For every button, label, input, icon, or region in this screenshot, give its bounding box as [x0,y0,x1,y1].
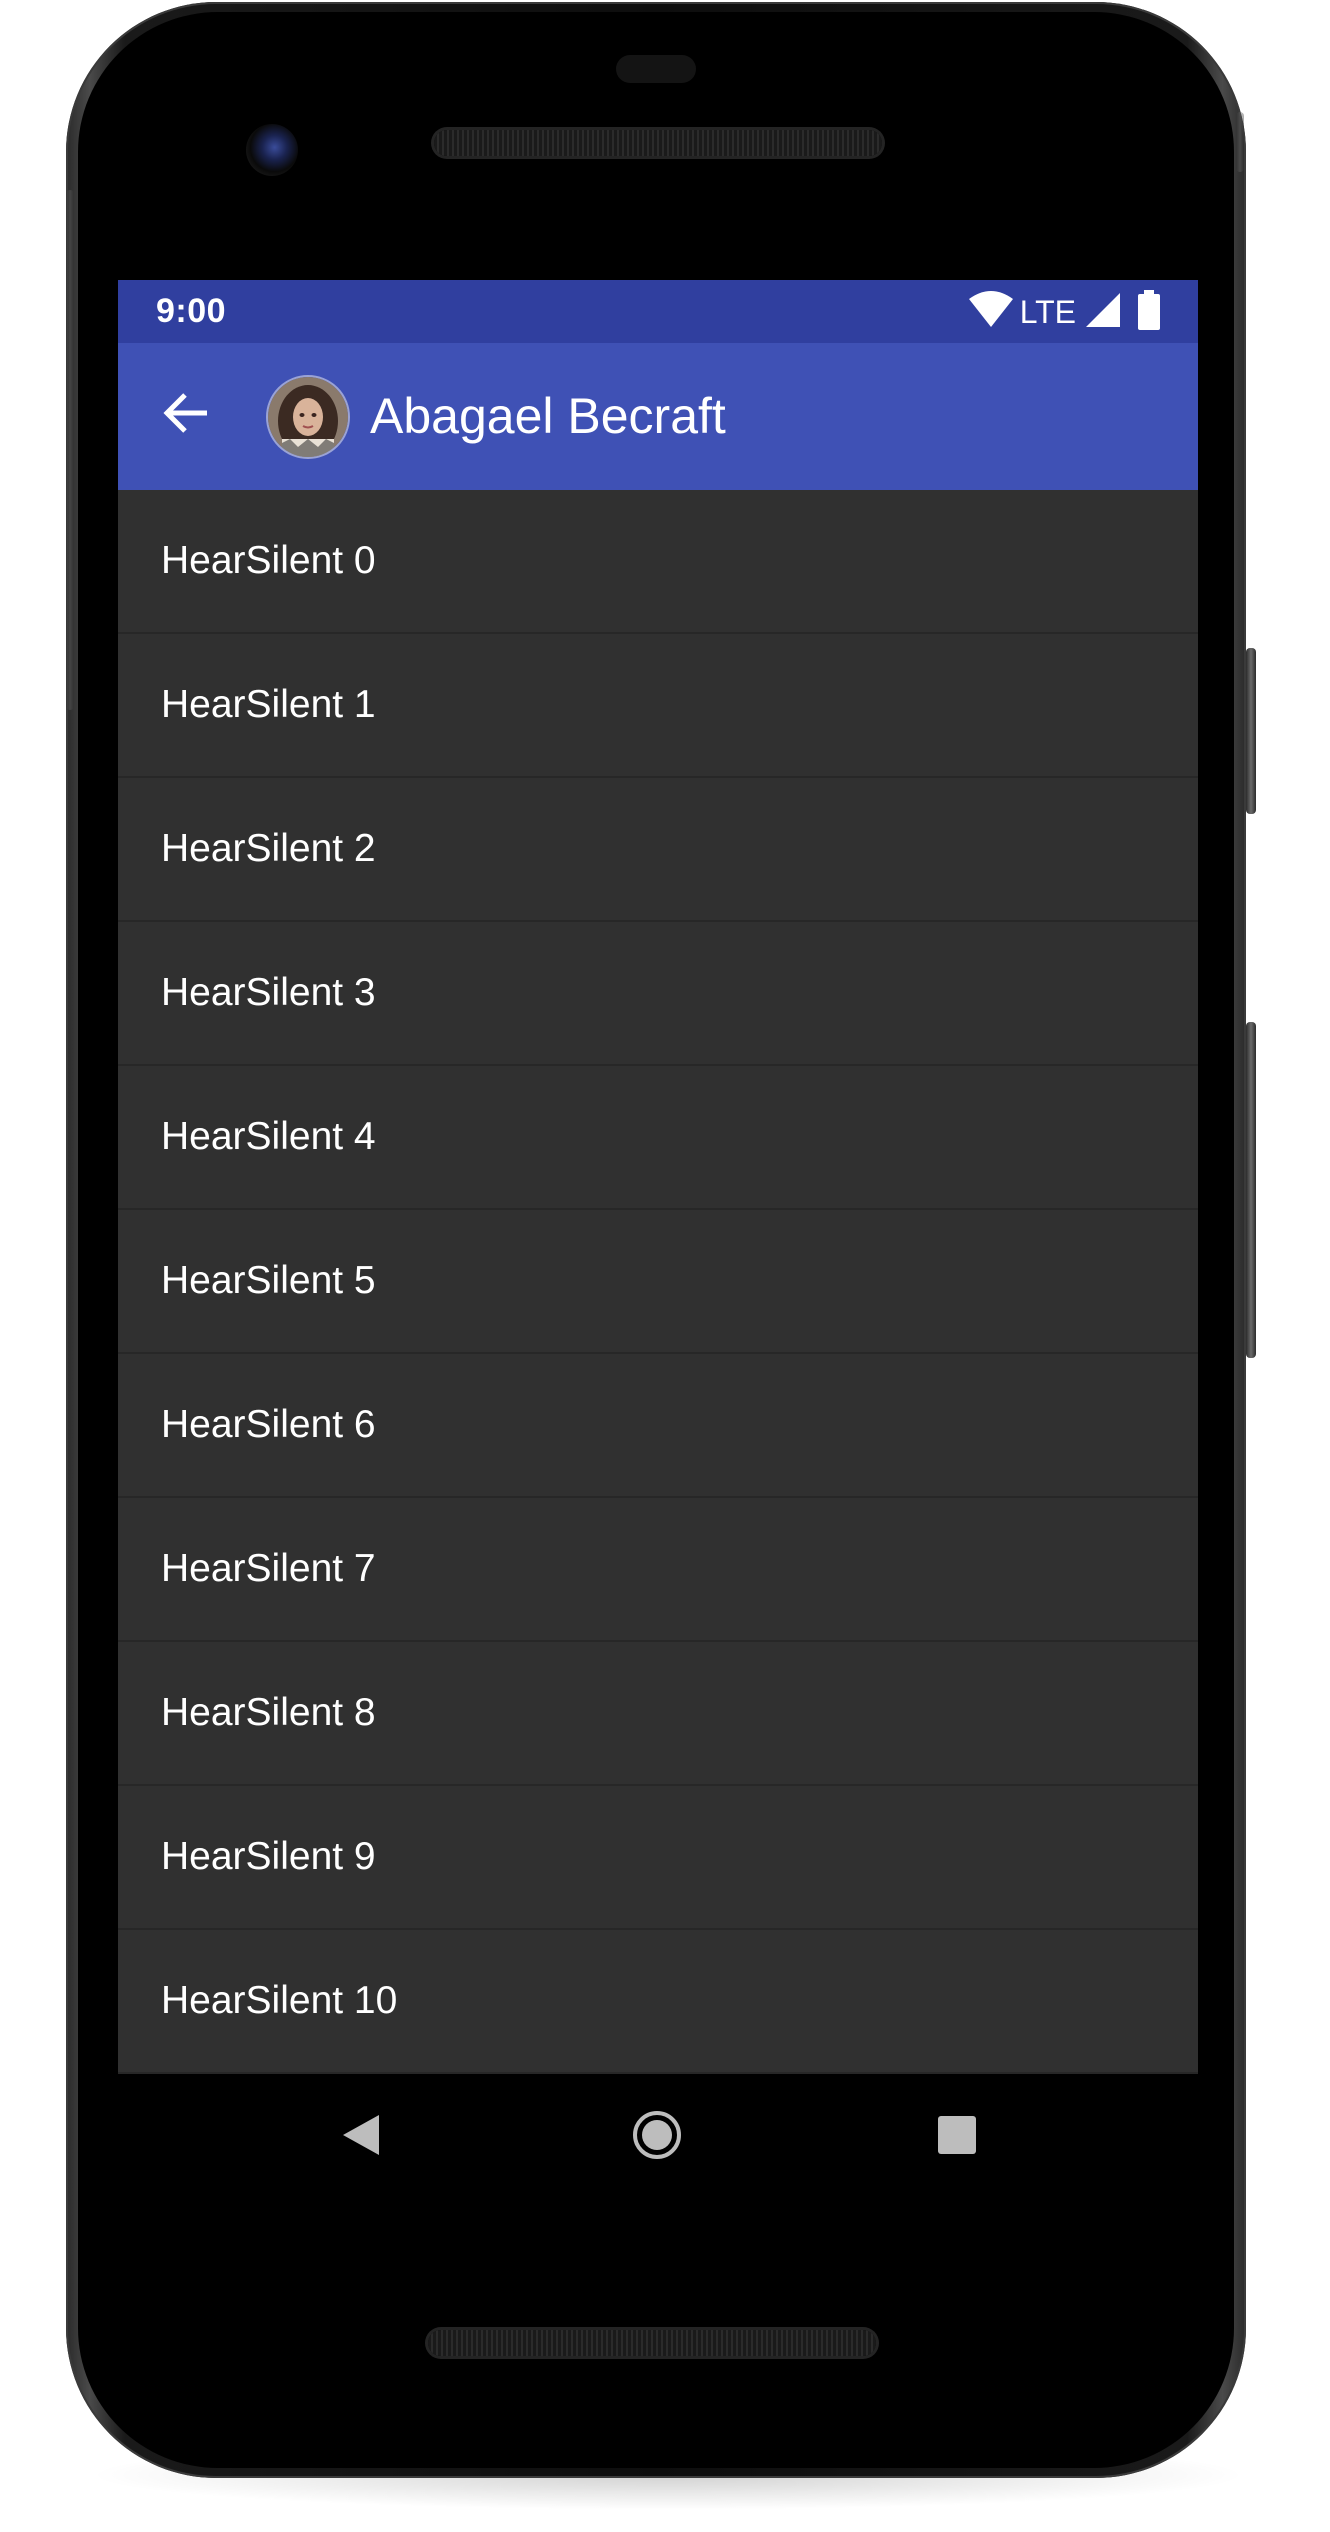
list-item-label: HearSilent 3 [161,971,376,1014]
list-item-label: HearSilent 6 [161,1403,376,1446]
arrow-back-icon [161,391,211,440]
list-item[interactable]: HearSilent 3 [118,922,1198,1066]
page-title: Abagael Becraft [370,388,726,444]
avatar-portrait-icon [268,377,348,457]
side-rail-top [1236,112,1244,172]
wifi-icon [968,290,1014,334]
list-item[interactable]: HearSilent 7 [118,1498,1198,1642]
nav-back-button[interactable] [328,2104,394,2170]
list-item-label: HearSilent 9 [161,1835,376,1878]
navigation-bar [118,2074,1198,2200]
list-item[interactable]: HearSilent 0 [118,490,1198,634]
status-time: 9:00 [156,292,227,330]
screen: 9:00 LTE Abagael Becraft HearSilent 0 He… [118,280,1198,2074]
list-item[interactable]: HearSilent 1 [118,634,1198,778]
circle-home-icon [631,2109,683,2166]
app-bar: Abagael Becraft [118,343,1198,490]
list-item-label: HearSilent 8 [161,1691,376,1734]
status-icons: LTE [968,289,1160,335]
back-button[interactable] [154,383,218,447]
list-item-label: HearSilent 7 [161,1547,376,1590]
list-item[interactable]: HearSilent 8 [118,1642,1198,1786]
list-item-label: HearSilent 1 [161,683,376,726]
list-item-label: HearSilent 5 [161,1259,376,1302]
volume-button [1246,1022,1256,1358]
list-item[interactable]: HearSilent 6 [118,1354,1198,1498]
list-item[interactable]: HearSilent 2 [118,778,1198,922]
triangle-back-icon [341,2113,381,2162]
list-item[interactable]: HearSilent 10 [118,1930,1198,2074]
contact-avatar[interactable] [266,375,350,459]
proximity-sensor [616,55,696,83]
square-recents-icon [937,2115,977,2160]
battery-icon [1138,289,1160,335]
status-bar: 9:00 LTE [118,280,1198,343]
nav-recents-button[interactable] [924,2104,990,2170]
list-item-label: HearSilent 4 [161,1115,376,1158]
nav-home-button[interactable] [624,2104,690,2170]
front-camera [246,124,298,176]
item-list: HearSilent 0 HearSilent 1 HearSilent 2 H… [118,490,1198,2074]
bottom-speaker [428,2330,876,2356]
list-item[interactable]: HearSilent 5 [118,1210,1198,1354]
list-item-label: HearSilent 2 [161,827,376,870]
list-item[interactable]: HearSilent 4 [118,1066,1198,1210]
earpiece-speaker [434,130,882,156]
cell-signal-icon [1084,291,1122,334]
list-item[interactable]: HearSilent 9 [118,1786,1198,1930]
network-type-label: LTE [1019,293,1076,330]
power-button [1246,648,1256,814]
list-item-label: HearSilent 10 [161,1979,398,2022]
side-rail-left [66,190,74,710]
list-item-label: HearSilent 0 [161,539,376,582]
